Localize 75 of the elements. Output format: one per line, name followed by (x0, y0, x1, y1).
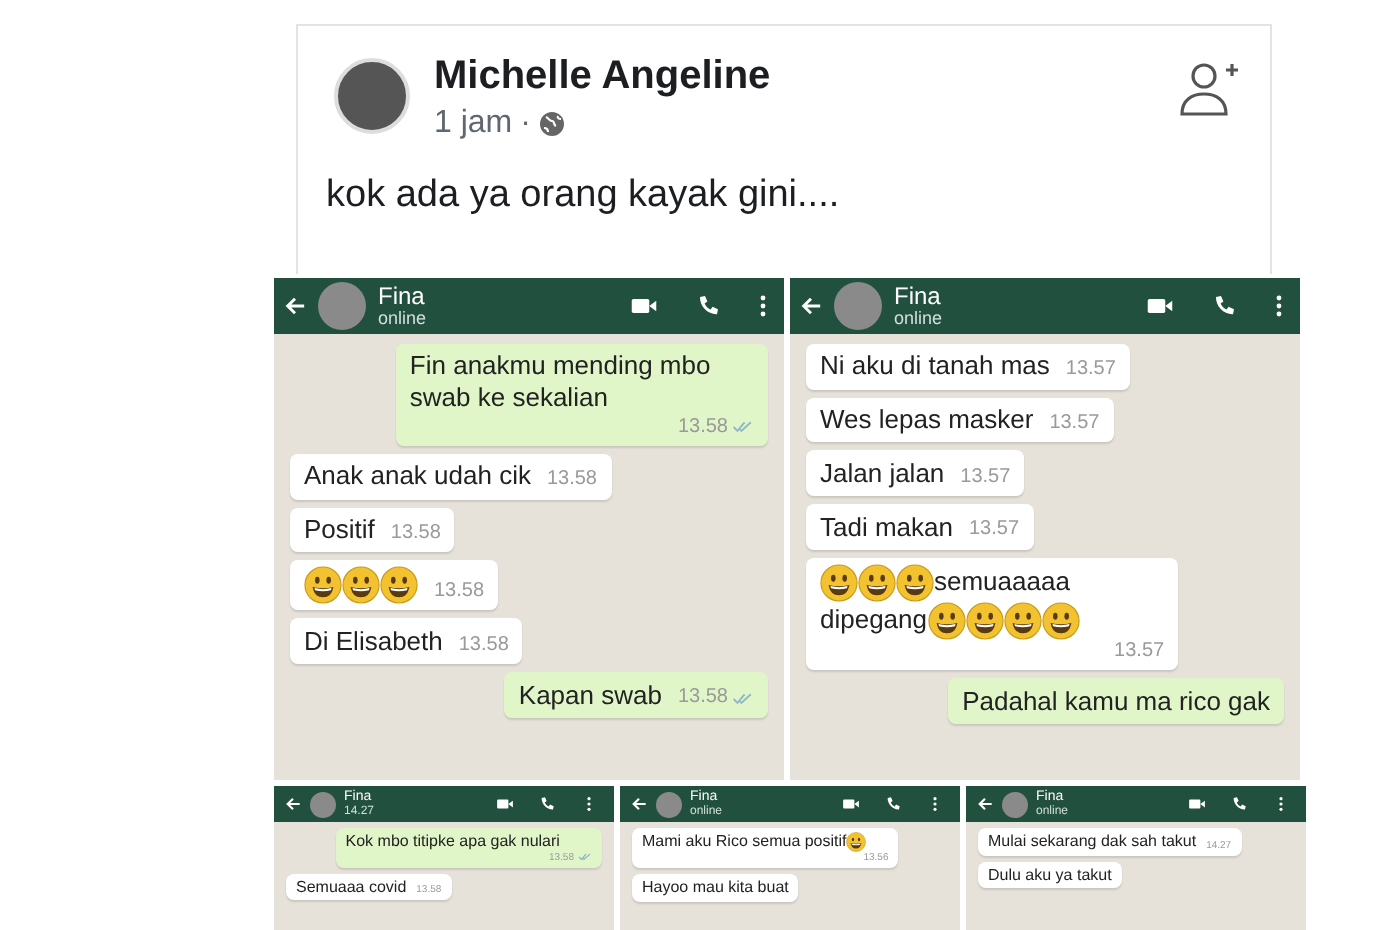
back-arrow-icon[interactable] (284, 796, 302, 812)
message-text: Tadi makan (820, 511, 953, 544)
message-text: Hayoo mau kita buat (642, 878, 789, 898)
double-check-icon (578, 852, 592, 863)
contact-name: Fina (894, 283, 943, 310)
phone-icon[interactable] (694, 294, 722, 318)
grinning-face-icon (896, 563, 934, 602)
back-arrow-icon[interactable] (630, 796, 648, 812)
grinning-face-icon (820, 563, 858, 602)
contact-status: online (894, 309, 945, 329)
avatar (1002, 791, 1028, 817)
contact-name: Fina (378, 283, 427, 310)
back-arrow-icon[interactable] (284, 294, 306, 318)
phone-icon[interactable] (1230, 796, 1248, 812)
message-text: Mami aku Rico semua positif (642, 832, 847, 852)
grinning-face-icon (380, 566, 418, 605)
avatar (318, 282, 366, 330)
message-text: Mulai sekarang dak sah takut (988, 832, 1197, 852)
message-text: Positif (304, 514, 375, 547)
grinning-face-icon (858, 563, 896, 602)
add-friend-icon[interactable] (1178, 58, 1242, 118)
message-time: 13.57 (960, 465, 1011, 491)
message-text: semuaaaaa (934, 566, 1070, 599)
separator-dot: · (520, 106, 531, 142)
grinning-face-icon (1003, 601, 1041, 640)
message-text: Wes lepas masker (820, 404, 1034, 437)
message-text: Jalan jalan (820, 457, 945, 491)
back-arrow-icon[interactable] (800, 294, 822, 318)
double-check-icon (732, 692, 754, 706)
message-time: 13.57 (968, 518, 1020, 544)
message-text: Kok mbo titipke apa gak nulari (345, 832, 560, 852)
message-time: 13.58 (458, 633, 509, 659)
message-time: 13.57 (1114, 639, 1165, 665)
post-text: kok ada ya orang kayak gini.... (326, 174, 842, 218)
message-text: Ni aku di tanah mas (820, 350, 1050, 384)
message-text: Di Elisabeth (304, 625, 443, 659)
grinning-face-icon (342, 566, 380, 605)
message-text: Fin anakmu mending mbo swab ke sekalian (409, 350, 713, 415)
video-call-icon[interactable] (496, 796, 514, 812)
message-text: dipegang (820, 604, 927, 637)
message-text: Anak anak udah cik (304, 460, 531, 494)
message-time: 13.58 (677, 686, 728, 712)
menu-icon[interactable] (758, 294, 768, 318)
double-check-icon (732, 420, 754, 435)
message-time: 13.58 (434, 579, 485, 605)
message-time: 13.58 (677, 415, 728, 440)
globe-icon (538, 110, 567, 138)
phone-icon[interactable] (1210, 294, 1238, 318)
video-call-icon[interactable] (842, 796, 860, 812)
message-text: Kapan swab (518, 679, 662, 712)
video-call-icon[interactable] (630, 294, 658, 318)
grinning-face-icon (965, 601, 1003, 640)
avatar (656, 791, 682, 817)
message-text: Padahal kamu ma rico gak (962, 685, 1270, 718)
video-call-icon[interactable] (1146, 294, 1174, 318)
grinning-face-icon (304, 566, 342, 605)
avatar (834, 282, 882, 330)
grinning-face-icon (927, 601, 965, 640)
message-time: 13.58 (546, 468, 597, 494)
phone-icon[interactable] (884, 796, 902, 812)
post-time[interactable]: 1 jam (434, 106, 513, 142)
message-time: 13.57 (1049, 411, 1100, 437)
back-arrow-icon[interactable] (976, 796, 994, 812)
video-call-icon[interactable] (1188, 796, 1206, 812)
message-time: 13.57 (1065, 358, 1116, 384)
message-text: Dulu aku ya takut (988, 865, 1112, 885)
message-text: Semuaaa covid (296, 877, 407, 897)
profile-photo-placeholder (334, 58, 410, 134)
menu-icon[interactable] (1274, 294, 1284, 318)
author-name[interactable]: Michelle Angeline (434, 54, 1154, 100)
avatar (310, 791, 336, 817)
phone-icon[interactable] (538, 796, 556, 812)
message-time: 13.58 (390, 521, 441, 547)
grinning-face-icon (1041, 601, 1079, 640)
contact-status: online (378, 309, 429, 329)
